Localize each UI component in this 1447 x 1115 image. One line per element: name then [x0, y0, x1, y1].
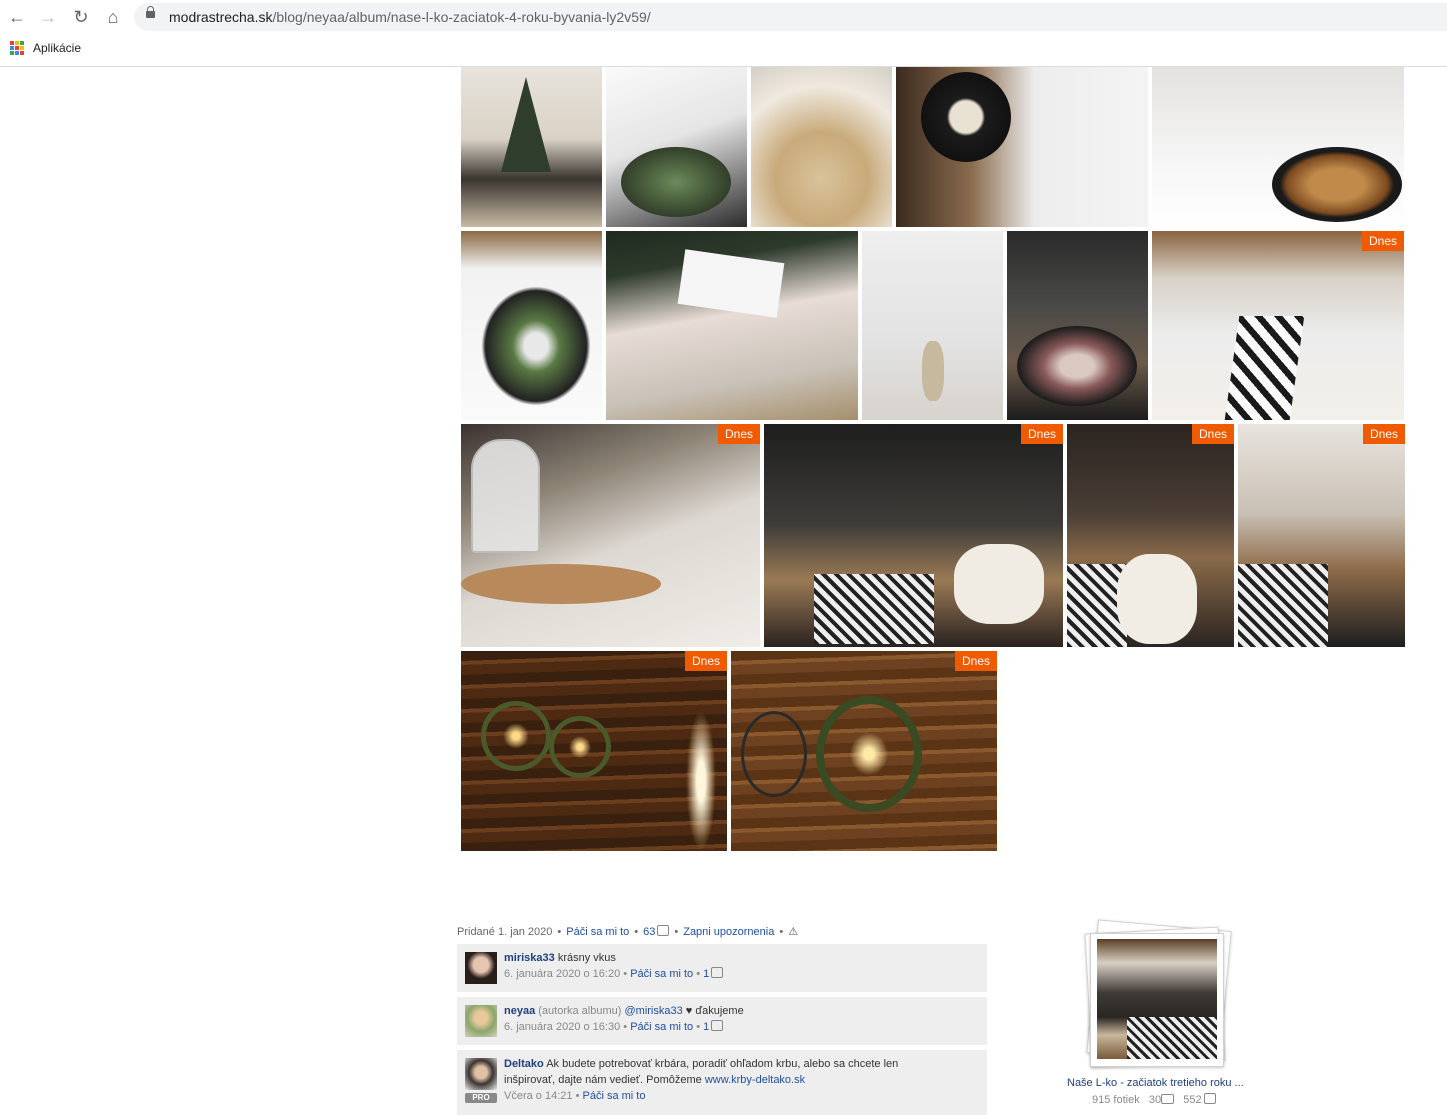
- comment-mention[interactable]: @miriska33: [624, 1005, 682, 1017]
- comment-item: neyaa (autorka albumu) @miriska33 ♥ ďaku…: [457, 997, 987, 1045]
- album-cover-photo[interactable]: [1097, 939, 1217, 1059]
- comment-text: ♥ ďakujeme: [685, 1005, 744, 1017]
- album-photo[interactable]: Dnes: [731, 651, 997, 851]
- album-photo[interactable]: [606, 231, 858, 420]
- comment-like-link[interactable]: Páči sa mi to: [630, 968, 693, 980]
- thumbs-up-icon: [711, 1020, 724, 1031]
- album-photo[interactable]: [862, 231, 1003, 420]
- bookmarks-bar: Aplikácie: [0, 34, 1447, 67]
- added-date: Pridané 1. jan 2020: [457, 926, 553, 938]
- album-photo[interactable]: [461, 67, 602, 227]
- lock-icon: [146, 6, 155, 18]
- comment-user[interactable]: miriska33: [504, 952, 555, 964]
- new-badge: Dnes: [717, 424, 760, 444]
- report-warning-icon[interactable]: ⚠: [788, 925, 798, 938]
- album-photo[interactable]: [461, 231, 602, 420]
- comment-like-count[interactable]: 1: [703, 968, 709, 980]
- album-photo[interactable]: Dnes: [1238, 424, 1405, 647]
- album-photo[interactable]: [1152, 67, 1404, 227]
- comment-like-link[interactable]: Páči sa mi to: [630, 1021, 693, 1033]
- comment-user[interactable]: neyaa: [504, 1005, 535, 1017]
- apps-grid-icon[interactable]: [10, 41, 24, 55]
- back-arrow-icon[interactable]: ←: [6, 6, 28, 28]
- comment-text: Ak budete potrebovať krbára, poradiť ohľ…: [546, 1058, 899, 1070]
- album-photo[interactable]: Dnes: [461, 651, 727, 851]
- pro-badge: PRO: [465, 1093, 497, 1103]
- comment-date: 6. januára 2020 o 16:20: [504, 968, 621, 980]
- comment-text: inšpirovať, dajte nám vedieť. Pomôžeme: [504, 1074, 702, 1086]
- new-badge: Dnes: [1361, 231, 1404, 251]
- comment-like-link[interactable]: Páči sa mi to: [582, 1090, 645, 1102]
- comment-item: miriska33 krásny vkus 6. januára 2020 o …: [457, 944, 987, 992]
- album-photo[interactable]: Dnes: [461, 424, 760, 647]
- avatar[interactable]: [465, 1058, 497, 1090]
- thumbs-up-icon: [711, 967, 724, 978]
- album-photo[interactable]: Dnes: [764, 424, 1063, 647]
- comment-like-count[interactable]: 1: [703, 1021, 709, 1033]
- like-count[interactable]: 63: [643, 926, 655, 938]
- album-stats: 915 fotiek 30 552: [1092, 1093, 1216, 1106]
- album-photo[interactable]: [1007, 231, 1148, 420]
- comment-date: 6. januára 2020 o 16:30: [504, 1021, 621, 1033]
- comment-website-link[interactable]: www.krby-deltako.sk: [705, 1074, 805, 1086]
- album-photo[interactable]: [606, 67, 747, 227]
- new-badge: Dnes: [954, 651, 997, 671]
- address-bar[interactable]: modrastrecha.sk/blog/neyaa/album/nase-l-…: [134, 3, 1447, 31]
- browser-toolbar: ← → ↻ ⌂ modrastrecha.sk/blog/neyaa/album…: [0, 0, 1447, 34]
- album-photo[interactable]: [896, 67, 1148, 227]
- thumbs-up-icon: [657, 925, 670, 936]
- like-link[interactable]: Páči sa mi to: [566, 926, 629, 938]
- new-badge: Dnes: [1362, 424, 1405, 444]
- avatar[interactable]: [465, 1005, 497, 1037]
- forward-arrow-icon[interactable]: →: [37, 6, 59, 28]
- url-text: modrastrecha.sk/blog/neyaa/album/nase-l-…: [169, 9, 651, 25]
- home-icon[interactable]: ⌂: [102, 6, 124, 28]
- comment-item: PRO Deltako Ak budete potrebovať krbára,…: [457, 1050, 987, 1115]
- album-photo[interactable]: Dnes: [1152, 231, 1404, 420]
- new-badge: Dnes: [1191, 424, 1234, 444]
- comment-text: krásny vkus: [557, 952, 616, 964]
- notify-link[interactable]: Zapni upozornenia: [683, 926, 774, 938]
- album-like-count: 552: [1183, 1094, 1202, 1106]
- album-photo[interactable]: Dnes: [1067, 424, 1234, 647]
- album-comment-count: 30: [1148, 1094, 1162, 1106]
- avatar[interactable]: [465, 952, 497, 984]
- author-note: (autorka albumu): [538, 1005, 622, 1017]
- album-title[interactable]: Naše L-ko - začiatok tretieho roku ...: [1067, 1077, 1244, 1089]
- post-meta: Pridané 1. jan 2020 • Páči sa mi to • 63 • Zap…: [457, 925, 799, 938]
- bookmark-apps[interactable]: Aplikácie: [33, 41, 81, 55]
- reload-icon[interactable]: ↻: [70, 6, 92, 28]
- album-photo[interactable]: [751, 67, 892, 227]
- comment-bubble-icon: [1161, 1094, 1175, 1104]
- thumbs-up-icon: [1203, 1093, 1216, 1104]
- new-badge: Dnes: [1020, 424, 1063, 444]
- album-photo-count: 915 fotiek: [1092, 1094, 1140, 1106]
- comment-user[interactable]: Deltako: [504, 1058, 544, 1070]
- album-card[interactable]: [1090, 933, 1224, 1067]
- comment-date: Včera o 14:21: [504, 1090, 573, 1102]
- new-badge: Dnes: [684, 651, 727, 671]
